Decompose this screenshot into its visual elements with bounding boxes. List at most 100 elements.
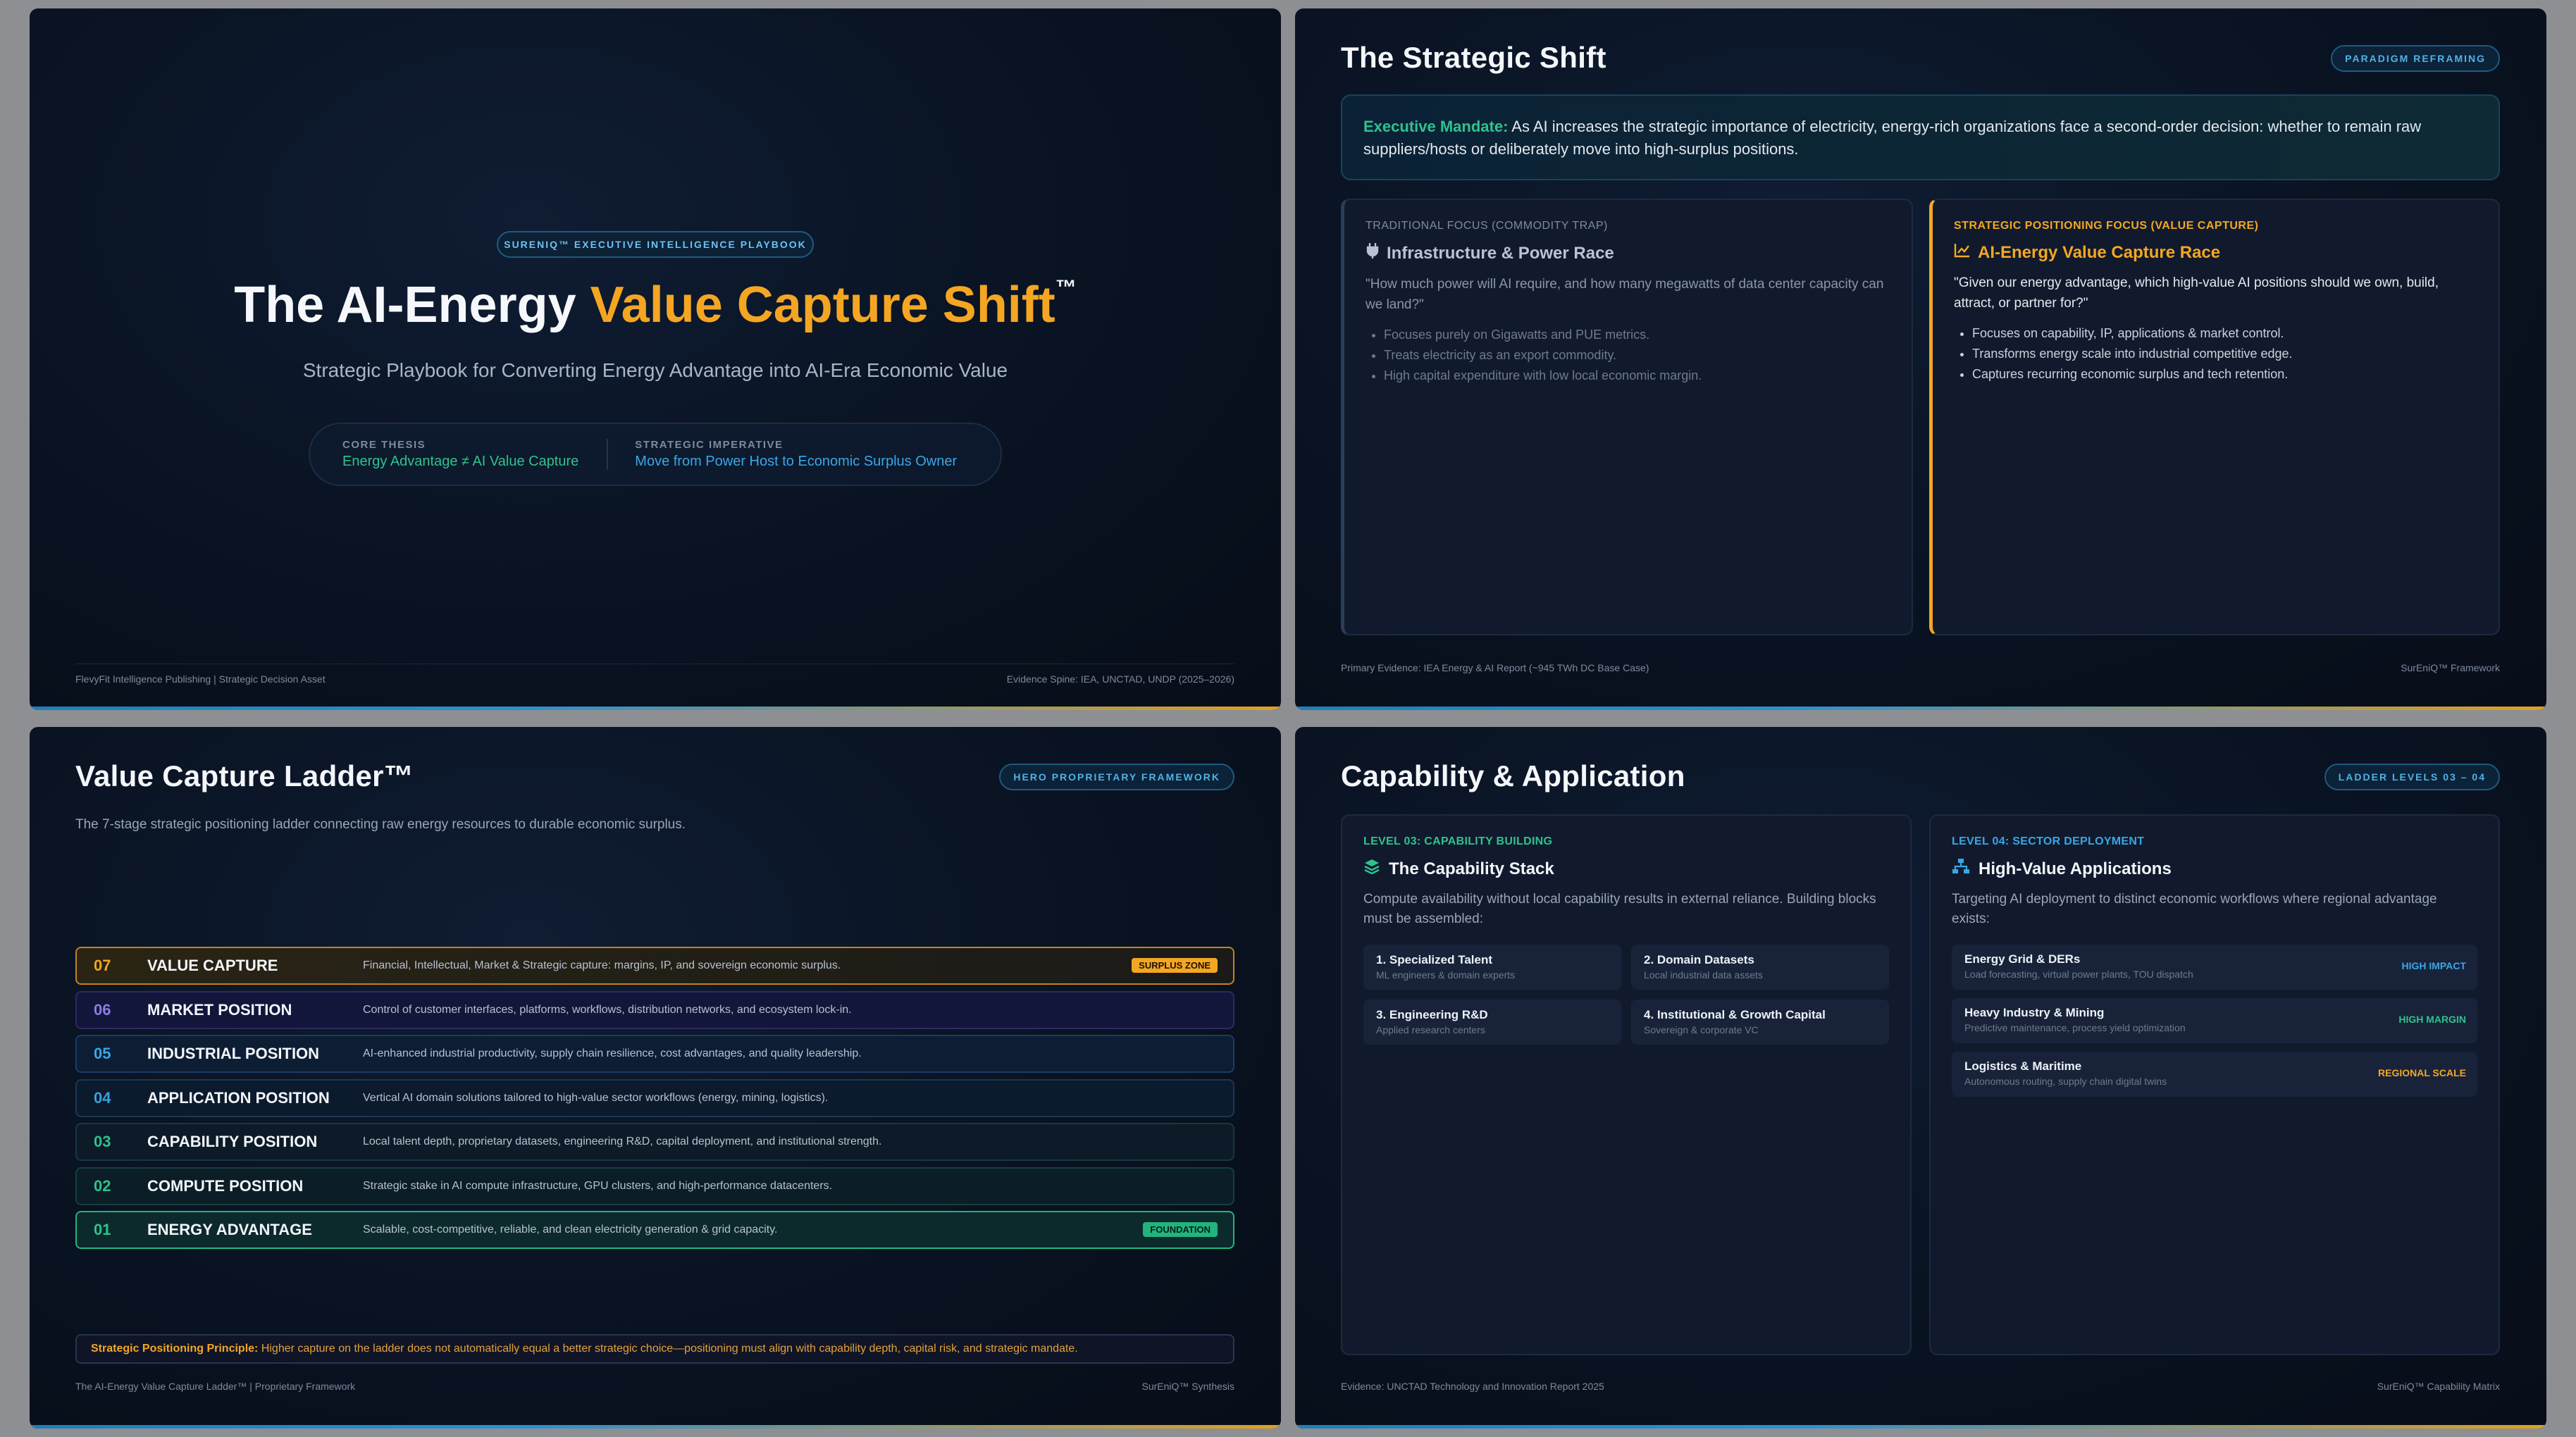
capability-cell: 4. Institutional & Growth Capital Sovere… (1631, 1000, 1889, 1045)
plug-icon (1366, 242, 1380, 264)
layers-icon (1363, 858, 1380, 880)
application-row: Energy Grid & DERs Load forecasting, vir… (1952, 945, 2477, 990)
bullet: High capital expenditure with low local … (1384, 366, 1890, 386)
card-heading-text: High-Value Applications (1979, 859, 2172, 878)
panel-bullets: Focuses on capability, IP, applications … (1954, 323, 2477, 385)
capability-grid: 1. Specialized Talent ML engineers & dom… (1363, 945, 1889, 1045)
cell-subtitle: Sovereign & corporate VC (1644, 1024, 1759, 1035)
capability-cell: 2. Domain Datasets Local industrial data… (1631, 945, 1889, 990)
strategic-focus-panel: STRATEGIC POSITIONING FOCUS (VALUE CAPTU… (1929, 199, 2500, 635)
hero-title-accent: Value Capture Shift (590, 277, 1055, 333)
hero-subtitle: Strategic Playbook for Converting Energy… (302, 359, 1008, 381)
slide-title-text: Capability & Application (1341, 759, 1685, 792)
footer-right: Evidence Spine: IEA, UNCTAD, UNDP (2025–… (1006, 673, 1234, 685)
panel-quote: "Given our energy advantage, which high-… (1954, 275, 2439, 311)
core-thesis-value: Energy Advantage ≠ AI Value Capture (342, 454, 579, 469)
ladder-rung-07: 07 VALUE CAPTURE Financial, Intellectual… (75, 947, 1234, 985)
rung-name: VALUE CAPTURE (147, 957, 278, 974)
ladder-rung-03: 03 CAPABILITY POSITION Local talent dept… (75, 1123, 1234, 1161)
app-title: Heavy Industry & Mining (1964, 1006, 2105, 1019)
app-title: Energy Grid & DERs (1964, 952, 2081, 966)
panel-heading-text: AI-Energy Value Capture Race (1978, 242, 2221, 262)
capability-cell: 1. Specialized Talent ML engineers & dom… (1363, 945, 1621, 990)
surplus-zone-badge: SURPLUS ZONE (1132, 958, 1218, 973)
mandate-text: As AI increases the strategic importance… (1363, 118, 2422, 158)
card-kicker: LEVEL 04: SECTOR DEPLOYMENT (1952, 835, 2145, 847)
rung-number: 05 (94, 1045, 111, 1062)
mandate-label: Executive Mandate: (1363, 118, 1509, 135)
footer-right: SurEniQ™ Capability Matrix (2377, 1381, 2500, 1392)
slide-capability-application[interactable]: Capability & Application LADDER LEVELS 0… (1295, 727, 2546, 1429)
footer-right: SurEniQ™ Framework (2401, 662, 2500, 673)
impact-level: HIGH IMPACT (2401, 960, 2466, 971)
cell-title: 4. Institutional & Growth Capital (1644, 1008, 1826, 1021)
cell-subtitle: ML engineers & domain experts (1376, 969, 1516, 981)
bullet: Treats electricity as an export commodit… (1384, 345, 1890, 366)
principle-label: Strategic Positioning Principle: (91, 1343, 259, 1355)
panel-bullets: Focuses purely on Gigawatts and PUE metr… (1366, 325, 1890, 386)
slide-title-text: The Strategic Shift (1341, 41, 1606, 74)
panel-kicker: TRADITIONAL FOCUS (COMMODITY TRAP) (1366, 220, 1608, 232)
section-tag: HERO PROPRIETARY FRAMEWORK (999, 764, 1234, 790)
bullet: Captures recurring economic surplus and … (1972, 364, 2477, 385)
rung-name: ENERGY ADVANTAGE (147, 1221, 312, 1238)
slide-footer: Primary Evidence: IEA Energy & AI Report… (1341, 662, 2500, 673)
rung-text: Vertical AI domain solutions tailored to… (363, 1091, 829, 1104)
application-row: Logistics & Maritime Autonomous routing,… (1952, 1052, 2477, 1097)
ladder-rung-02: 02 COMPUTE POSITION Strategic stake in A… (75, 1167, 1234, 1205)
card-heading: The Capability Stack (1363, 858, 1889, 880)
footer-right: SurEniQ™ Synthesis (1141, 1381, 1235, 1392)
slide-title[interactable]: SURENIQ™ EXECUTIVE INTELLIGENCE PLAYBOOK… (30, 8, 1281, 710)
application-list: Energy Grid & DERs Load forecasting, vir… (1952, 945, 2477, 1097)
panel-quote: "How much power will AI require, and how… (1366, 277, 1884, 312)
rung-text: Strategic stake in AI compute infrastruc… (363, 1179, 833, 1192)
slide-strategic-shift[interactable]: The Strategic Shift PARADIGM REFRAMING E… (1295, 8, 2546, 710)
positioning-principle: Strategic Positioning Principle: Higher … (75, 1334, 1234, 1364)
footer-left: Primary Evidence: IEA Energy & AI Report… (1341, 662, 1649, 673)
rung-number: 04 (94, 1088, 111, 1107)
thesis-pill: CORE THESIS Energy Advantage ≠ AI Value … (309, 423, 1002, 486)
traditional-focus-panel: TRADITIONAL FOCUS (COMMODITY TRAP) Infra… (1341, 199, 1913, 635)
rung-name: INDUSTRIAL POSITION (147, 1045, 320, 1062)
rung-number: 07 (94, 957, 111, 974)
application-row: Heavy Industry & Mining Predictive maint… (1952, 998, 2477, 1043)
capability-stack-card: LEVEL 03: CAPABILITY BUILDING The Capabi… (1341, 814, 1912, 1355)
panel-heading-text: Infrastructure & Power Race (1387, 243, 1614, 263)
slide-title-text: Value Capture Ladder™ (75, 759, 414, 792)
card-description: Targeting AI deployment to distinct econ… (1952, 892, 2437, 926)
cell-title: 3. Engineering R&D (1376, 1008, 1488, 1021)
slide-value-capture-ladder[interactable]: Value Capture Ladder™ HERO PROPRIETARY F… (30, 727, 1281, 1429)
ladder: 07 VALUE CAPTURE Financial, Intellectual… (75, 947, 1234, 1255)
hero-title: The AI-Energy Value Capture Shift™ (30, 276, 1281, 334)
section-tag: PARADIGM REFRAMING (2331, 45, 2500, 72)
trademark-mark: ™ (1055, 276, 1077, 299)
capability-cell: 3. Engineering R&D Applied research cent… (1363, 1000, 1621, 1045)
core-thesis: CORE THESIS Energy Advantage ≠ AI Value … (310, 439, 578, 470)
foundation-badge: FOUNDATION (1143, 1222, 1218, 1237)
rung-number: 03 (94, 1133, 111, 1150)
footer-left: FlevyFit Intelligence Publishing | Strat… (75, 673, 326, 685)
card-heading: High-Value Applications (1952, 858, 2477, 880)
trend-chart-icon (1954, 242, 1971, 263)
slide-footer: Evidence: UNCTAD Technology and Innovati… (1341, 1381, 2500, 1392)
cell-subtitle: Local industrial data assets (1644, 969, 1763, 981)
bullet: Focuses on capability, IP, applications … (1972, 323, 2477, 344)
panel-kicker: STRATEGIC POSITIONING FOCUS (VALUE CAPTU… (1954, 220, 2259, 232)
ladder-rung-04: 04 APPLICATION POSITION Vertical AI doma… (75, 1078, 1234, 1117)
bullet: Transforms energy scale into industrial … (1972, 344, 2477, 364)
impact-level: REGIONAL SCALE (2378, 1067, 2466, 1078)
rung-text: Financial, Intellectual, Market & Strate… (363, 959, 841, 971)
section-tag: LADDER LEVELS 03 – 04 (2324, 764, 2500, 790)
card-heading-text: The Capability Stack (1389, 859, 1554, 878)
rung-name: MARKET POSITION (147, 1000, 292, 1019)
impact-level: HIGH MARGIN (2398, 1014, 2466, 1025)
core-thesis-label: CORE THESIS (342, 439, 426, 451)
imperative-value: Move from Power Host to Economic Surplus… (635, 454, 958, 469)
rung-text: Control of customer interfaces, platform… (363, 1003, 852, 1016)
panel-heading: Infrastructure & Power Race (1366, 242, 1890, 264)
slide-footer: The AI-Energy Value Capture Ladder™ | Pr… (75, 1381, 1234, 1392)
cell-subtitle: Applied research centers (1376, 1024, 1485, 1035)
imperative-label: STRATEGIC IMPERATIVE (635, 439, 784, 451)
eyebrow-badge: SURENIQ™ EXECUTIVE INTELLIGENCE PLAYBOOK (497, 231, 814, 258)
ladder-rung-01: 01 ENERGY ADVANTAGE Scalable, cost-compe… (75, 1211, 1234, 1249)
